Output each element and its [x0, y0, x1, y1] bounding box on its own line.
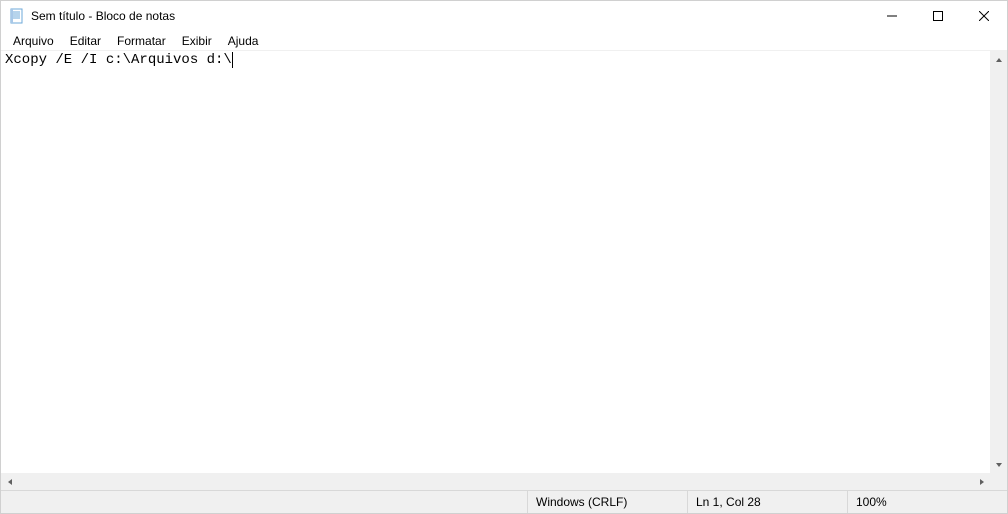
- editor-area: Xcopy /E /I c:\Arquivos d:\: [1, 51, 1007, 490]
- menu-exibir[interactable]: Exibir: [174, 32, 220, 50]
- editor-content: Xcopy /E /I c:\Arquivos d:\: [5, 52, 232, 68]
- menu-formatar[interactable]: Formatar: [109, 32, 174, 50]
- horizontal-scrollbar[interactable]: [1, 473, 990, 490]
- scrollbar-corner: [990, 473, 1007, 490]
- status-eol-text: Windows (CRLF): [536, 495, 627, 509]
- maximize-button[interactable]: [915, 1, 961, 31]
- status-zoom-text: 100%: [856, 495, 887, 509]
- scroll-down-button[interactable]: [990, 456, 1007, 473]
- window-title: Sem título - Bloco de notas: [31, 9, 175, 23]
- menu-arquivo[interactable]: Arquivo: [5, 32, 62, 50]
- text-editor[interactable]: Xcopy /E /I c:\Arquivos d:\: [1, 51, 990, 473]
- menu-editar[interactable]: Editar: [62, 32, 109, 50]
- notepad-icon: [9, 8, 25, 24]
- close-button[interactable]: [961, 1, 1007, 31]
- titlebar[interactable]: Sem título - Bloco de notas: [1, 1, 1007, 31]
- vertical-scrollbar[interactable]: [990, 51, 1007, 473]
- window-controls: [869, 1, 1007, 31]
- status-position-text: Ln 1, Col 28: [696, 495, 761, 509]
- status-position: Ln 1, Col 28: [687, 491, 847, 513]
- scroll-up-button[interactable]: [990, 51, 1007, 68]
- text-caret: [232, 52, 233, 68]
- status-filler: [1, 491, 527, 513]
- status-zoom: 100%: [847, 491, 1007, 513]
- minimize-button[interactable]: [869, 1, 915, 31]
- menu-ajuda[interactable]: Ajuda: [220, 32, 267, 50]
- notepad-window: Sem título - Bloco de notas Arquivo Edit…: [0, 0, 1008, 514]
- statusbar: Windows (CRLF) Ln 1, Col 28 100%: [1, 490, 1007, 513]
- status-eol: Windows (CRLF): [527, 491, 687, 513]
- scroll-right-button[interactable]: [973, 473, 990, 490]
- scroll-left-button[interactable]: [1, 473, 18, 490]
- menubar: Arquivo Editar Formatar Exibir Ajuda: [1, 31, 1007, 51]
